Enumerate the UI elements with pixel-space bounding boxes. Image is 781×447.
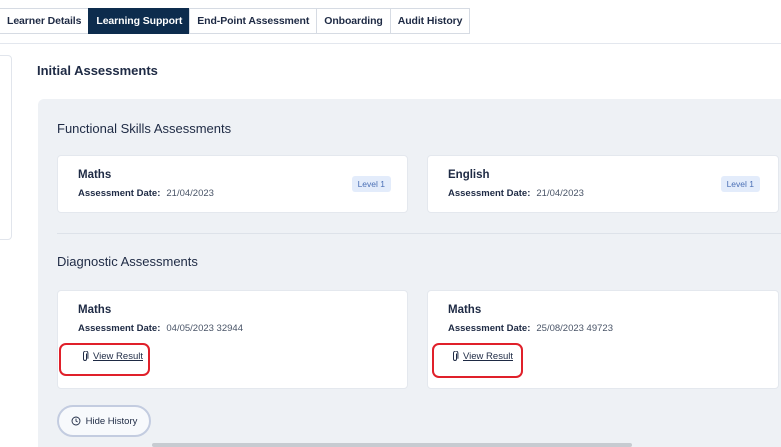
diagnostic-card-2: Maths Assessment Date: 25/08/2023 49723 V… <box>427 290 779 389</box>
card-subject: Maths <box>448 304 482 316</box>
card-date: Assessment Date: 21/04/2023 <box>78 188 214 199</box>
view-result-label: View Result <box>93 351 143 362</box>
view-result-link[interactable]: View Result <box>78 349 146 364</box>
tab-onboarding[interactable]: Onboarding <box>316 8 390 34</box>
date-label: Assessment Date: <box>78 323 161 334</box>
tab-learning-support[interactable]: Learning Support <box>88 8 190 34</box>
card-subject: English <box>448 169 490 181</box>
date-label: Assessment Date: <box>448 323 531 334</box>
paperclip-icon <box>453 351 459 361</box>
date-value: 25/08/2023 49723 <box>536 323 613 334</box>
tab-learner-details[interactable]: Learner Details <box>0 8 89 34</box>
hide-history-label: Hide History <box>85 415 138 427</box>
paperclip-icon <box>83 351 89 361</box>
card-subject: Maths <box>78 304 112 316</box>
hide-history-button[interactable]: Hide History <box>57 405 151 437</box>
date-label: Assessment Date: <box>448 188 531 199</box>
functional-card-english: English Assessment Date: 21/04/2023 Level… <box>427 155 779 213</box>
side-panel <box>0 55 12 240</box>
page-title: Initial Assessments <box>37 63 158 78</box>
view-result-label: View Result <box>463 351 513 362</box>
date-label: Assessment Date: <box>78 188 161 199</box>
diagnostic-assessments-title: Diagnostic Assessments <box>57 254 198 269</box>
card-subject: Maths <box>78 169 112 181</box>
date-value: 04/05/2023 32944 <box>166 323 243 334</box>
tab-divider <box>0 43 781 44</box>
horizontal-scrollbar[interactable] <box>152 443 632 447</box>
section-divider <box>57 233 781 234</box>
level-badge: Level 1 <box>351 176 391 192</box>
functional-card-maths: Maths Assessment Date: 21/04/2023 Level 1 <box>57 155 408 213</box>
tab-audit-history[interactable]: Audit History <box>389 8 471 34</box>
clock-icon <box>71 416 81 426</box>
tab-end-point-assessment[interactable]: End-Point Assessment <box>189 8 317 34</box>
card-date: Assessment Date: 25/08/2023 49723 <box>448 323 613 334</box>
assessments-panel <box>38 99 781 447</box>
card-date: Assessment Date: 21/04/2023 <box>448 188 584 199</box>
card-date: Assessment Date: 04/05/2023 32944 <box>78 323 243 334</box>
date-value: 21/04/2023 <box>166 188 214 199</box>
view-result-link[interactable]: View Result <box>448 349 516 364</box>
level-badge: Level 1 <box>720 176 760 192</box>
tab-bar: Learner Details Learning Support End-Poi… <box>0 8 471 34</box>
functional-skills-title: Functional Skills Assessments <box>57 121 232 136</box>
diagnostic-card-1: Maths Assessment Date: 04/05/2023 32944 V… <box>57 290 408 389</box>
date-value: 21/04/2023 <box>536 188 584 199</box>
